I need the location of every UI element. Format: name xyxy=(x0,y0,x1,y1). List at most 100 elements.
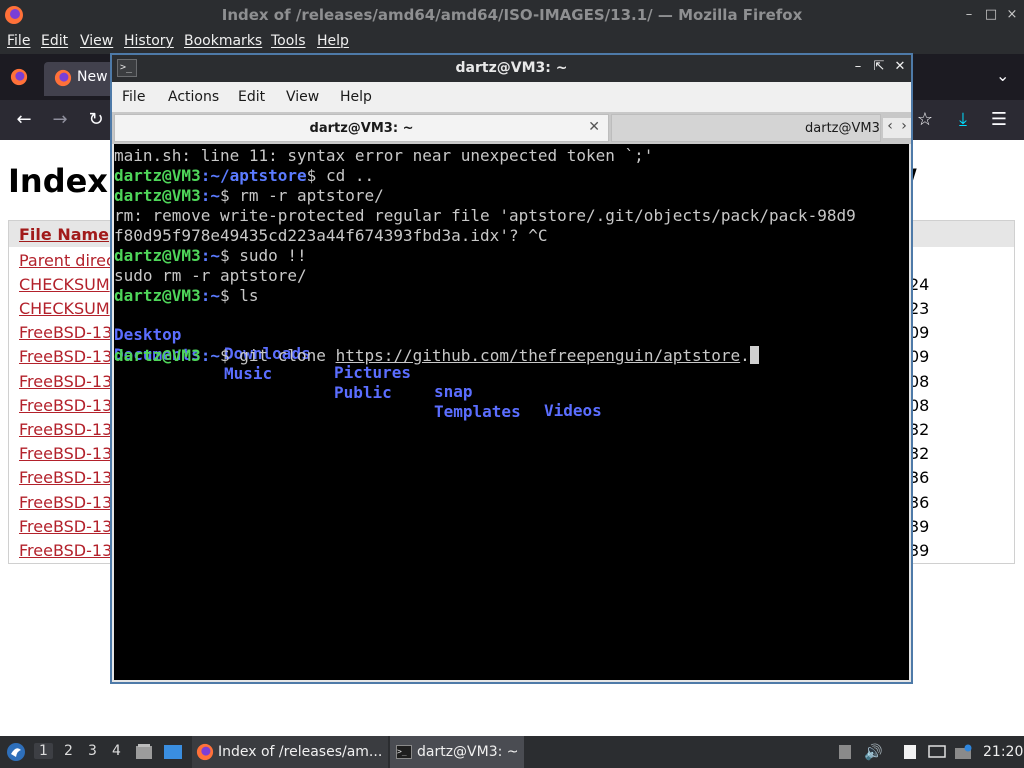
minimize-button[interactable]: – xyxy=(960,6,978,24)
terminal-line: sudo rm -r aptstore/ xyxy=(114,266,307,285)
table-row-link[interactable]: FreeBSD-13 xyxy=(19,396,112,415)
taskbar: 1 2 3 4 Index of /releases/am... >_ dart… xyxy=(0,736,1024,768)
workspace-2[interactable]: 2 xyxy=(64,743,73,759)
terminal-menu-actions[interactable]: Actions xyxy=(168,89,219,105)
taskbar-firefox-task[interactable]: Index of /releases/am... xyxy=(192,736,388,768)
show-desktop-icon[interactable] xyxy=(163,743,183,761)
terminal-title: dartz@VM3: ~ xyxy=(455,60,568,76)
table-row-link[interactable]: CHECKSUM xyxy=(19,299,110,318)
table-row-link[interactable]: FreeBSD-13 xyxy=(19,444,112,463)
update-notifier-icon[interactable] xyxy=(954,744,972,760)
volume-icon[interactable]: 🔊 xyxy=(864,743,883,761)
firefox-task-icon xyxy=(196,743,214,761)
table-row-link[interactable]: CHECKSUM xyxy=(19,275,110,294)
workspace-4[interactable]: 4 xyxy=(112,743,121,759)
tab-close-icon[interactable]: ✕ xyxy=(588,119,600,135)
reload-icon[interactable]: ↻ xyxy=(84,108,108,132)
table-row-link[interactable]: FreeBSD-13 xyxy=(19,541,112,560)
ls-output-row: Documents Music Public Templates xyxy=(114,326,909,421)
terminal-minimize-button[interactable]: – xyxy=(850,59,866,75)
tab-list-chevron-icon[interactable]: ⌄ xyxy=(996,66,1009,85)
bookmark-star-icon[interactable]: ☆ xyxy=(913,108,937,132)
maximize-button[interactable]: □ xyxy=(982,6,1000,24)
terminal-menu-file[interactable]: File xyxy=(122,89,145,105)
prompt-path: :~ xyxy=(200,246,220,265)
workspace-1[interactable]: 1 xyxy=(34,743,53,759)
table-row-link[interactable]: FreeBSD-13 xyxy=(19,493,112,512)
terminal-tabbar: dartz@VM3: ~ ✕ dartz@VM3: ~ xyxy=(112,112,911,144)
taskbar-task-label: Index of /releases/am... xyxy=(218,744,383,760)
table-row-link[interactable]: Parent direc xyxy=(19,251,115,270)
tab-favicon-icon xyxy=(54,69,72,87)
prompt-path: :~ xyxy=(200,286,220,305)
network-tray-icon[interactable] xyxy=(928,744,946,760)
start-menu-icon[interactable] xyxy=(6,742,26,762)
command-tail: . xyxy=(740,346,750,365)
ls-output-row: Desktop Downloads Pictures snap Videos xyxy=(114,306,909,420)
prompt-user: dartz@VM3 xyxy=(114,346,201,365)
terminal-maximize-button[interactable]: ⇱ xyxy=(871,59,887,75)
prompt-path: :~ xyxy=(200,186,220,205)
terminal-menu-help[interactable]: Help xyxy=(340,89,372,105)
terminal-tab-label: dartz@VM3: ~ xyxy=(805,121,881,136)
tab-scroll-arrows: ‹ › xyxy=(883,115,911,141)
terminal-task-icon: >_ xyxy=(396,745,412,759)
terminal-window[interactable]: >_ dartz@VM3: ~ – ⇱ ✕ File Actions Edit … xyxy=(110,53,913,684)
column-header-file-name[interactable]: File Name xyxy=(19,225,109,244)
terminal-line: dartz@VM3:~/aptstore$ cd .. xyxy=(114,166,374,186)
terminal-menu-view[interactable]: View xyxy=(286,89,319,105)
terminal-tab-inactive[interactable]: dartz@VM3: ~ xyxy=(611,114,881,142)
terminal-screen[interactable]: main.sh: line 11: syntax error near unex… xyxy=(114,144,909,680)
prompt-command: $ git clone xyxy=(219,346,336,365)
prompt-user: dartz@VM3 xyxy=(114,246,201,265)
text-cursor xyxy=(749,346,759,364)
terminal-line: f80d95f978e49435cd223a44f674393fbd3a.idx… xyxy=(114,226,548,245)
menu-file[interactable]: File xyxy=(7,33,30,49)
clipboard-tray-icon[interactable] xyxy=(836,744,854,760)
terminal-line: dartz@VM3:~$ ls xyxy=(114,286,259,306)
prompt-user: dartz@VM3 xyxy=(114,166,201,185)
file-manager-icon[interactable] xyxy=(135,743,153,761)
table-row-link[interactable]: FreeBSD-13 xyxy=(19,347,112,366)
table-row-link[interactable]: FreeBSD-13 xyxy=(19,517,112,536)
prompt-command: $ cd .. xyxy=(306,166,375,185)
terminal-line: dartz@VM3:~$ sudo !! xyxy=(114,246,307,266)
table-row-link[interactable]: FreeBSD-13 xyxy=(19,420,112,439)
terminal-menu-edit[interactable]: Edit xyxy=(238,89,265,105)
close-button[interactable]: × xyxy=(1003,6,1021,24)
app-menu-icon[interactable]: ☰ xyxy=(987,108,1011,132)
ls-entry: Public xyxy=(334,383,392,402)
menu-bookmarks[interactable]: Bookmarks xyxy=(184,33,262,49)
menu-history[interactable]: History xyxy=(124,33,174,49)
terminal-tab-active[interactable]: dartz@VM3: ~ ✕ xyxy=(114,114,609,142)
command-url-link[interactable]: https://github.com/thefreepenguin/aptsto… xyxy=(336,346,741,365)
workspace-3[interactable]: 3 xyxy=(88,743,97,759)
tab-scroll-left-icon[interactable]: ‹ xyxy=(883,118,897,138)
downloads-icon[interactable]: ⤓ xyxy=(951,108,975,132)
table-row-link[interactable]: FreeBSD-13 xyxy=(19,323,112,342)
ls-entry: Templates xyxy=(434,402,521,421)
terminal-input-line[interactable]: dartz@VM3:~$ git clone https://github.co… xyxy=(114,346,759,366)
back-arrow-icon[interactable]: ← xyxy=(12,108,36,132)
tab-label: New xyxy=(77,69,108,85)
menu-view[interactable]: View xyxy=(80,33,113,49)
terminal-line: main.sh: line 11: syntax error near unex… xyxy=(114,146,654,165)
prompt-command: $ rm -r aptstore/ xyxy=(219,186,384,205)
page-heading: Index xyxy=(8,162,108,200)
prompt-command: $ sudo !! xyxy=(219,246,307,265)
table-row-link[interactable]: FreeBSD-13 xyxy=(19,468,112,487)
taskbar-terminal-task[interactable]: >_ dartz@VM3: ~ xyxy=(390,736,524,768)
menu-help[interactable]: Help xyxy=(317,33,349,49)
terminal-titlebar[interactable]: >_ dartz@VM3: ~ – ⇱ ✕ xyxy=(112,55,911,82)
menu-edit[interactable]: Edit xyxy=(41,33,68,49)
table-row-link[interactable]: FreeBSD-13 xyxy=(19,372,112,391)
terminal-line: rm: remove write-protected regular file … xyxy=(114,206,856,225)
taskbar-task-label: dartz@VM3: ~ xyxy=(417,744,519,760)
terminal-tab-label: dartz@VM3: ~ xyxy=(309,121,414,136)
terminal-close-button[interactable]: ✕ xyxy=(892,59,908,75)
notes-tray-icon[interactable] xyxy=(901,744,919,760)
firefox-view-icon[interactable] xyxy=(10,68,28,86)
tab-scroll-right-icon[interactable]: › xyxy=(897,118,911,138)
menu-tools[interactable]: Tools xyxy=(271,33,306,49)
forward-arrow-icon[interactable]: → xyxy=(48,108,72,132)
